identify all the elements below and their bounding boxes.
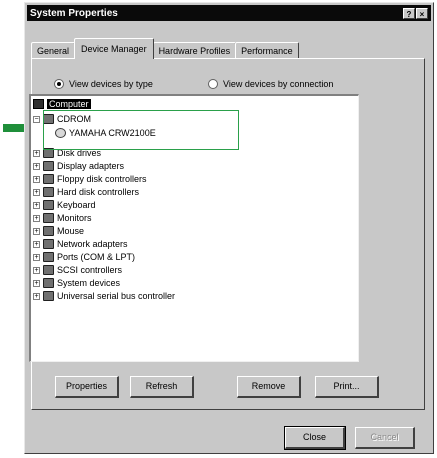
display-adapter-icon [43, 161, 54, 171]
collapse-toggle[interactable]: − [33, 115, 40, 123]
tab-strip: General Device Manager Hardware Profiles… [31, 37, 299, 59]
view-by-type-option[interactable]: View devices by type [54, 79, 153, 89]
tab-hardware-profiles[interactable]: Hardware Profiles [152, 42, 237, 59]
close-window-button[interactable]: × [416, 7, 428, 19]
expand-toggle[interactable]: + [33, 162, 40, 170]
radio-view-by-connection[interactable] [208, 79, 218, 89]
tab-general[interactable]: General [31, 42, 76, 59]
keyboard-icon [43, 200, 54, 210]
tree-item-display-adapters[interactable]: + Display adapters [33, 160, 124, 172]
tree-item-monitors[interactable]: + Monitors [33, 212, 92, 224]
view-by-connection-option[interactable]: View devices by connection [208, 79, 333, 89]
tree-item-ports[interactable]: + Ports (COM & LPT) [33, 251, 135, 263]
tree-item-label: Network adapters [57, 239, 128, 249]
tree-item-usb-controller[interactable]: + Universal serial bus controller [33, 290, 175, 302]
highlight-box [43, 110, 239, 150]
tree-item-label: Floppy disk controllers [57, 174, 147, 184]
tab-performance[interactable]: Performance [235, 42, 299, 59]
tree-item-label: Monitors [57, 213, 92, 223]
tree-item-label: Hard disk controllers [57, 187, 140, 197]
print-button[interactable]: Print... [315, 376, 379, 398]
ports-icon [43, 252, 54, 262]
expand-toggle[interactable]: + [33, 188, 40, 196]
expand-toggle[interactable]: + [33, 227, 40, 235]
expand-toggle[interactable]: + [33, 292, 40, 300]
radio-view-by-type[interactable] [54, 79, 64, 89]
tree-item-scsi-controllers[interactable]: + SCSI controllers [33, 264, 122, 276]
mouse-icon [43, 226, 54, 236]
close-button[interactable]: Close [284, 426, 346, 450]
tree-item-label: Mouse [57, 226, 85, 236]
expand-toggle[interactable]: + [33, 214, 40, 222]
computer-icon [33, 99, 44, 109]
tree-item-hard-disk-controllers[interactable]: + Hard disk controllers [33, 186, 139, 198]
expand-toggle[interactable]: + [33, 201, 40, 209]
tree-item-system-devices[interactable]: + System devices [33, 277, 120, 289]
tab-device-manager[interactable]: Device Manager [74, 38, 154, 59]
expand-toggle[interactable]: + [33, 279, 40, 287]
expand-toggle[interactable]: + [33, 175, 40, 183]
tree-item-keyboard[interactable]: + Keyboard [33, 199, 96, 211]
tree-item-label: Display adapters [57, 161, 125, 171]
usb-icon [43, 291, 54, 301]
remove-button[interactable]: Remove [237, 376, 301, 398]
help-button[interactable]: ? [403, 7, 415, 19]
tree-item-mouse[interactable]: + Mouse [33, 225, 84, 237]
tree-item-label: SCSI controllers [57, 265, 123, 275]
tree-item-floppy-disk-controllers[interactable]: + Floppy disk controllers [33, 173, 147, 185]
view-by-type-label: View devices by type [69, 79, 153, 89]
floppy-controller-icon [43, 174, 54, 184]
tree-item-network-adapters[interactable]: + Network adapters [33, 238, 128, 250]
title-bar: System Properties ? × [27, 5, 431, 21]
expand-toggle[interactable]: + [33, 253, 40, 261]
view-by-connection-label: View devices by connection [223, 79, 334, 89]
system-devices-icon [43, 278, 54, 288]
properties-button[interactable]: Properties [55, 376, 119, 398]
monitor-icon [43, 213, 54, 223]
tree-root[interactable]: Computer [33, 98, 91, 110]
refresh-button[interactable]: Refresh [130, 376, 194, 398]
expand-toggle[interactable]: + [33, 266, 40, 274]
hard-disk-controller-icon [43, 187, 54, 197]
expand-toggle[interactable]: + [33, 240, 40, 248]
tree-root-label: Computer [47, 99, 91, 109]
cancel-button[interactable]: Cancel [355, 427, 415, 449]
tree-item-label: System devices [57, 278, 121, 288]
tree-item-label: Universal serial bus controller [57, 291, 176, 301]
tree-item-label: Ports (COM & LPT) [57, 252, 136, 262]
expand-toggle[interactable]: + [33, 149, 40, 157]
tree-item-label: Keyboard [57, 200, 96, 210]
network-adapter-icon [43, 239, 54, 249]
window-title: System Properties [30, 7, 118, 19]
scsi-controller-icon [43, 265, 54, 275]
